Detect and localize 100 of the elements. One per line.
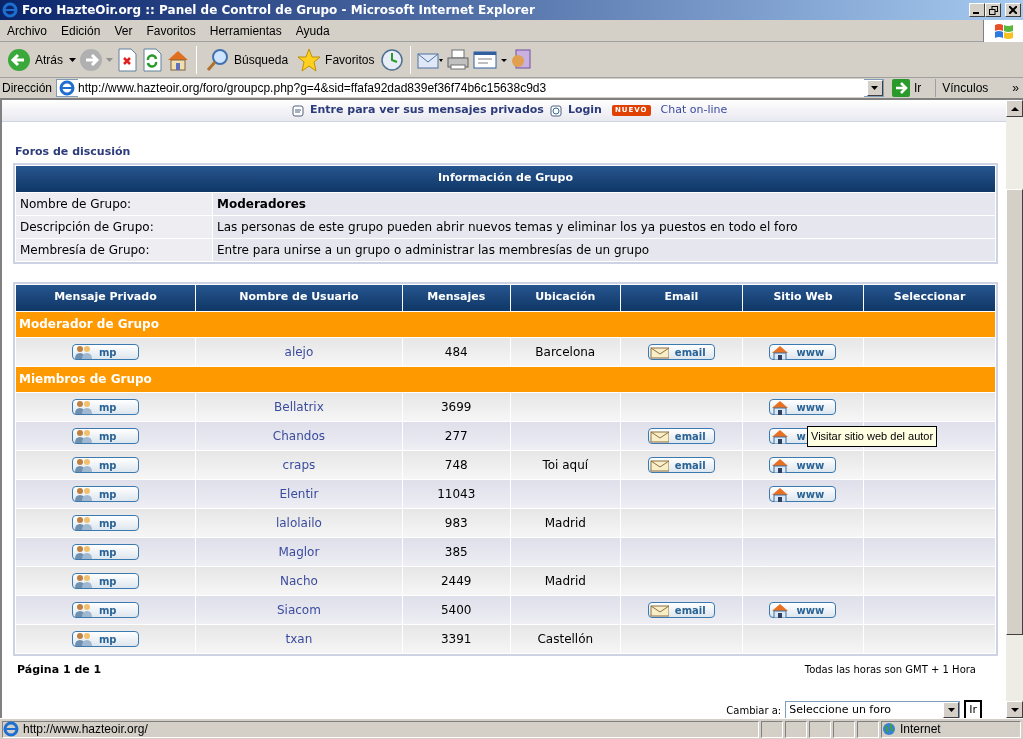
menu-item[interactable]: Ver bbox=[107, 21, 140, 40]
column-header: Email bbox=[621, 284, 742, 311]
address-field[interactable]: http://www.hazteoir.org/foro/groupcp.php?g=4&sid=ffafa92dad839ef36f74b6c15638c9d3 bbox=[56, 79, 884, 97]
username-link[interactable]: Nacho bbox=[280, 573, 318, 588]
private-message-button[interactable]: mp bbox=[71, 602, 139, 618]
email-button[interactable]: email bbox=[647, 457, 715, 473]
scroll-thumb[interactable] bbox=[1006, 189, 1023, 635]
back-button[interactable]: Atrás bbox=[4, 45, 66, 74]
private-message-button[interactable]: mp bbox=[71, 515, 139, 531]
scroll-up-button[interactable] bbox=[1006, 100, 1023, 117]
history-icon[interactable] bbox=[380, 47, 405, 72]
printer-icon[interactable] bbox=[446, 48, 471, 71]
jump-label: Cambiar a: bbox=[726, 703, 782, 718]
column-header: Mensajes bbox=[402, 284, 510, 311]
email-button[interactable]: email bbox=[647, 428, 715, 444]
go-arrow-icon bbox=[891, 79, 910, 97]
private-messages-link[interactable]: Entre para ver sus mensajes privados bbox=[310, 102, 544, 119]
username-link[interactable]: Chandos bbox=[272, 428, 325, 443]
column-header: Nombre de Usuario bbox=[195, 284, 402, 311]
status-panel bbox=[809, 720, 831, 738]
username-link[interactable]: Siacom bbox=[276, 602, 321, 617]
private-message-button[interactable]: mp bbox=[71, 573, 139, 589]
menu-item[interactable]: Favoritos bbox=[139, 21, 203, 40]
favorites-button[interactable]: Favoritos bbox=[294, 45, 378, 74]
private-message-button[interactable]: mp bbox=[71, 544, 139, 560]
stop-icon[interactable] bbox=[116, 47, 138, 72]
post-count: 277 bbox=[402, 421, 510, 450]
private-message-button[interactable]: mp bbox=[71, 399, 139, 415]
location-text: Castellón bbox=[537, 631, 594, 646]
menu-item[interactable]: Edición bbox=[54, 21, 108, 40]
envelope-icon bbox=[649, 344, 669, 360]
email-button[interactable]: email bbox=[647, 602, 715, 618]
location-text: Madrid bbox=[544, 573, 586, 588]
dropdown-caret-icon[interactable] bbox=[69, 57, 76, 62]
edit-icon[interactable] bbox=[473, 48, 508, 71]
menu-item[interactable]: Archivo bbox=[0, 21, 54, 40]
private-message-button[interactable]: mp bbox=[71, 344, 139, 360]
links-button[interactable]: Vínculos bbox=[940, 79, 991, 97]
search-icon bbox=[206, 47, 230, 72]
chat-link[interactable]: Chat on-line bbox=[660, 102, 728, 119]
envelope-icon bbox=[649, 602, 669, 618]
search-button[interactable]: Búsqueda bbox=[203, 45, 292, 74]
login-link[interactable]: Login bbox=[567, 102, 602, 119]
username-link[interactable]: craps bbox=[282, 457, 316, 472]
username-link[interactable]: txan bbox=[285, 631, 313, 646]
go-button[interactable]: Ir bbox=[887, 79, 937, 97]
post-count: 3699 bbox=[402, 392, 510, 421]
windows-flag-icon bbox=[992, 21, 1015, 40]
pagination-text: Página 1 de 1 bbox=[17, 661, 102, 678]
private-message-button[interactable]: mp bbox=[71, 457, 139, 473]
status-text: http://www.hazteoir.org/ bbox=[23, 721, 148, 738]
envelope-icon bbox=[649, 428, 669, 444]
browser-icon bbox=[2, 2, 18, 18]
private-message-button[interactable]: mp bbox=[71, 486, 139, 502]
refresh-icon[interactable] bbox=[141, 47, 163, 72]
minimize-button[interactable] bbox=[969, 3, 985, 17]
website-button[interactable]: www bbox=[769, 457, 837, 473]
field-label: Membresía de Grupo: bbox=[16, 238, 212, 261]
breadcrumb-link[interactable]: Foros de discusión bbox=[15, 144, 131, 161]
people-icon bbox=[73, 631, 93, 647]
email-button[interactable]: email bbox=[647, 344, 715, 360]
tooltip: Visitar sitio web del autor bbox=[807, 426, 938, 447]
people-icon bbox=[73, 399, 93, 415]
post-count: 11043 bbox=[402, 479, 510, 508]
people-icon bbox=[73, 573, 93, 589]
close-button[interactable] bbox=[1005, 3, 1021, 17]
post-count: 3391 bbox=[402, 624, 510, 653]
private-message-button[interactable]: mp bbox=[71, 631, 139, 647]
table-header: Información de Grupo bbox=[16, 165, 995, 192]
go-button[interactable]: Ir bbox=[964, 700, 982, 718]
page-icon bbox=[59, 80, 75, 96]
page-icon bbox=[3, 721, 19, 737]
field-label: Descripción de Grupo: bbox=[16, 215, 212, 238]
website-button[interactable]: www bbox=[769, 602, 837, 618]
dropdown-arrow-icon bbox=[947, 708, 955, 712]
down-arrow-icon bbox=[1010, 707, 1019, 712]
menu-item[interactable]: Ayuda bbox=[288, 21, 337, 40]
location-text: Toi aquí bbox=[542, 457, 589, 472]
username-link[interactable]: Elentir bbox=[279, 486, 319, 501]
username-link[interactable]: Bellatrix bbox=[274, 399, 324, 414]
menu-item[interactable]: Herramientas bbox=[202, 21, 289, 40]
more-links-button[interactable]: » bbox=[1010, 79, 1021, 97]
people-icon bbox=[73, 457, 93, 473]
login-icon bbox=[549, 104, 562, 117]
website-button[interactable]: www bbox=[769, 399, 837, 415]
private-message-button[interactable]: mp bbox=[71, 428, 139, 444]
username-link[interactable]: alejo bbox=[284, 344, 314, 359]
website-button[interactable]: www bbox=[769, 486, 837, 502]
website-button[interactable]: www bbox=[769, 344, 837, 360]
scroll-down-button[interactable] bbox=[1006, 701, 1023, 718]
field-value: Las personas de este grupo pueden abrir nuevos temas y eliminar los ya puestos en todo el foro bbox=[213, 215, 995, 238]
column-header: Mensaje Privado bbox=[16, 284, 195, 311]
forum-select[interactable]: Seleccione un foro bbox=[785, 701, 961, 718]
username-link[interactable]: Maglor bbox=[278, 544, 320, 559]
username-link[interactable]: lalolailo bbox=[275, 515, 322, 530]
restore-button[interactable] bbox=[985, 3, 1001, 17]
post-count: 5400 bbox=[402, 595, 510, 624]
envelope-icon bbox=[649, 457, 669, 473]
status-panel bbox=[785, 720, 807, 738]
location-text: Madrid bbox=[544, 515, 586, 530]
